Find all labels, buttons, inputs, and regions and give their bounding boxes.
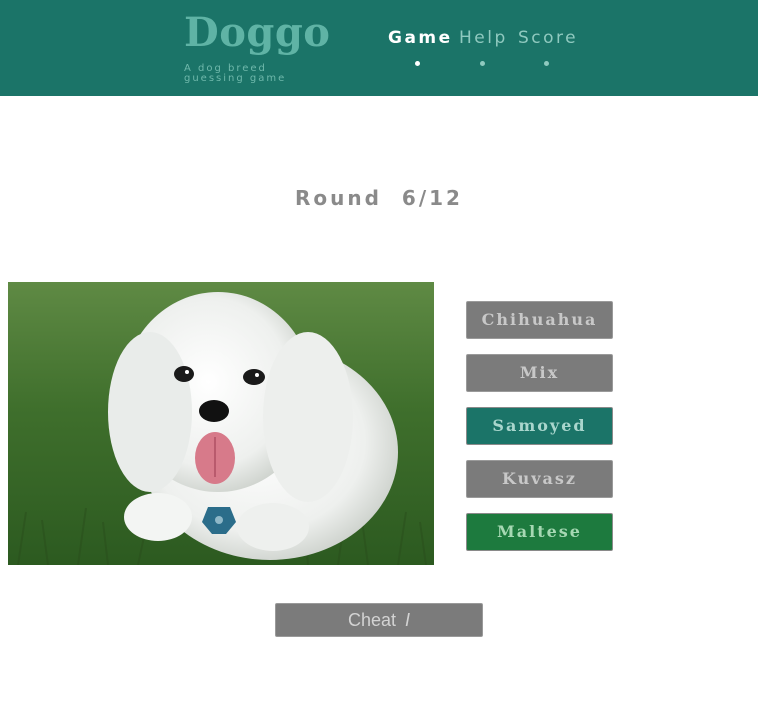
choice-button-samoyed[interactable]: Samoyed [466, 407, 613, 445]
round-label: Round [295, 186, 382, 210]
app-tagline: A dog breed guessing game [184, 63, 287, 84]
cursor-bar-icon: I [405, 610, 411, 630]
nav-item-score[interactable]: Score [518, 28, 578, 48]
nav-indicator-dot [415, 61, 420, 66]
round-progress: 6/12 [401, 186, 463, 210]
white-dog-photo [8, 282, 434, 565]
nav-indicator-dot [544, 61, 549, 66]
cheat-label: Cheat [347, 610, 396, 630]
nav-indicator-dot [480, 61, 485, 66]
app-header: Doggo A dog breed guessing game Game Hel… [0, 0, 758, 96]
nav-item-game[interactable]: Game [388, 28, 453, 48]
choice-button-chihuahua[interactable]: Chihuahua [466, 301, 613, 339]
choice-button-kuvasz[interactable]: Kuvasz [466, 460, 613, 498]
nav-item-help[interactable]: Help [459, 28, 508, 48]
choice-button-maltese[interactable]: Maltese [466, 513, 613, 551]
app-logo[interactable]: Doggo [184, 10, 330, 56]
choice-button-mix[interactable]: Mix [466, 354, 613, 392]
cheat-button[interactable]: Cheat I [275, 603, 483, 637]
round-indicator: Round 6/12 [0, 186, 758, 210]
dog-photo [8, 282, 434, 565]
